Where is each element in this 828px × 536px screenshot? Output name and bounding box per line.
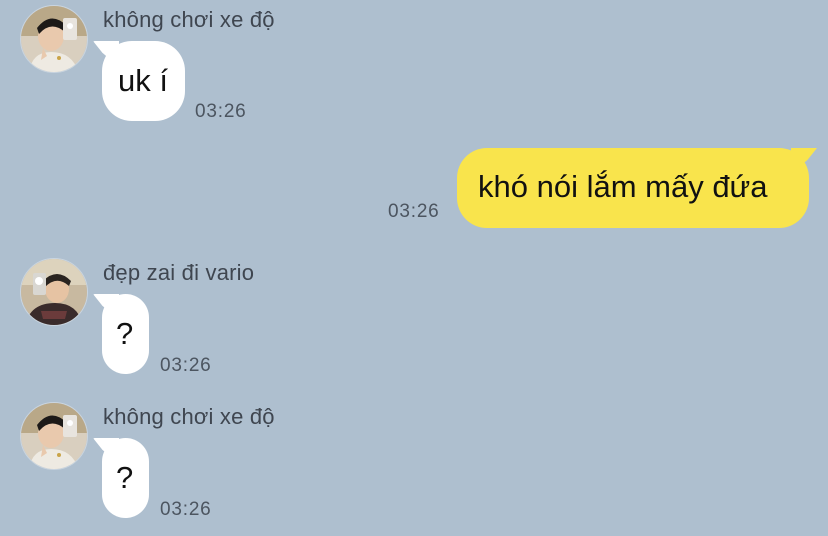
sender-avatar[interactable] bbox=[20, 402, 88, 470]
message-text: ? bbox=[116, 460, 134, 495]
message-text: khó nói lắm mấy đứa bbox=[478, 169, 768, 204]
avatar-photo-icon bbox=[21, 259, 87, 325]
message-bubble[interactable]: ? bbox=[102, 294, 149, 374]
message-timestamp: 03:26 bbox=[388, 201, 440, 222]
sender-avatar[interactable] bbox=[20, 258, 88, 326]
message-timestamp: 03:26 bbox=[160, 499, 212, 520]
sender-name: đẹp zai đi vario bbox=[103, 260, 255, 285]
message-text: uk í bbox=[118, 63, 168, 98]
message-timestamp: 03:26 bbox=[195, 101, 247, 122]
message-bubble[interactable]: uk í bbox=[102, 41, 185, 121]
sender-avatar[interactable] bbox=[20, 5, 88, 73]
sender-name: không chơi xe độ bbox=[103, 404, 275, 429]
sender-name: không chơi xe độ bbox=[103, 7, 275, 32]
message-text: ? bbox=[116, 316, 134, 351]
message-timestamp: 03:26 bbox=[160, 355, 212, 376]
avatar-photo-icon bbox=[21, 403, 87, 469]
chat-message-list: không chơi xe độ uk í 03:26 03:26 khó nó… bbox=[0, 0, 828, 536]
avatar-photo-icon bbox=[21, 6, 87, 72]
message-bubble[interactable]: khó nói lắm mấy đứa bbox=[457, 148, 809, 228]
message-bubble[interactable]: ? bbox=[102, 438, 149, 518]
